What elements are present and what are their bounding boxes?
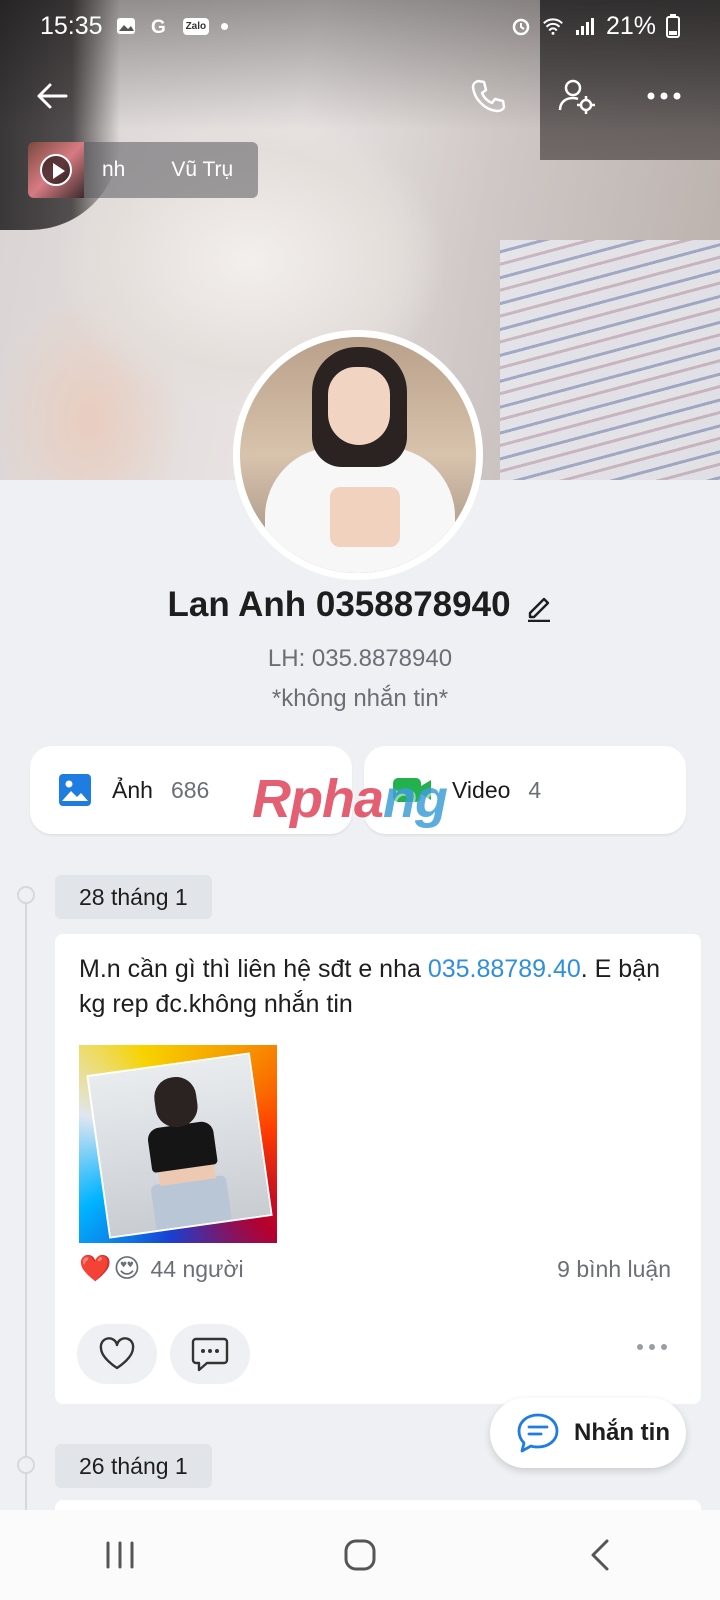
post-phone-link[interactable]: 035.88789.40 bbox=[428, 955, 581, 983]
profile-bio-line-1: LH: 035.8878940 bbox=[267, 645, 453, 672]
post-card[interactable]: M.n cần gì thì liên hệ sđt e nha 035.887… bbox=[55, 934, 701, 1404]
comments-count[interactable]: 9 bình luận bbox=[557, 1256, 671, 1283]
recent-apps-icon bbox=[106, 1541, 134, 1569]
back-button[interactable] bbox=[24, 68, 80, 124]
timeline-line bbox=[25, 895, 27, 1515]
like-button[interactable] bbox=[77, 1324, 157, 1384]
send-message-button[interactable]: Nhắn tin bbox=[490, 1398, 686, 1468]
photos-count: 686 bbox=[170, 776, 210, 803]
recent-apps-button[interactable] bbox=[60, 1520, 180, 1590]
battery-percent: 21% bbox=[605, 11, 656, 40]
music-title: nh Vũ Trụ bbox=[102, 158, 234, 181]
gallery-icon bbox=[116, 18, 135, 34]
post-text: M.n cần gì thì liên hệ sđt e nha 035.887… bbox=[79, 955, 660, 1018]
comment-button[interactable] bbox=[170, 1324, 250, 1384]
user-settings-icon bbox=[558, 79, 595, 114]
watermark-logo: Rphang bbox=[252, 769, 448, 829]
timeline-dot bbox=[17, 886, 35, 904]
cover-bedsheet-pattern bbox=[500, 240, 720, 480]
call-button[interactable] bbox=[460, 68, 516, 124]
status-time: 15:35 bbox=[40, 11, 103, 40]
status-bar: 15:35 G Zalo 21% bbox=[0, 0, 720, 52]
play-icon[interactable] bbox=[40, 154, 72, 186]
date-chip: 28 tháng 1 bbox=[55, 875, 212, 919]
wifi-icon bbox=[543, 18, 563, 35]
timeline-dot bbox=[17, 1456, 35, 1474]
profile-music-chip[interactable]: nh Vũ Trụ bbox=[28, 142, 258, 198]
zalo-icon: Zalo bbox=[182, 17, 210, 35]
reactions-summary[interactable]: ❤️ 😍 44 người bbox=[79, 1254, 244, 1284]
avatar-photo bbox=[240, 337, 476, 573]
edit-pencil-icon[interactable] bbox=[525, 592, 553, 622]
heart-icon bbox=[99, 1337, 135, 1370]
reactions-count: 44 người bbox=[150, 1255, 244, 1282]
photo-icon bbox=[59, 774, 91, 806]
more-horizontal-icon bbox=[647, 92, 681, 100]
post-more-icon[interactable] bbox=[637, 1344, 667, 1350]
notification-dot bbox=[221, 22, 229, 30]
profile-avatar[interactable] bbox=[233, 330, 483, 580]
alarm-icon bbox=[512, 18, 530, 36]
system-back-button[interactable] bbox=[540, 1520, 660, 1590]
date-chip: 26 tháng 1 bbox=[55, 1444, 212, 1488]
music-cover-thumbnail bbox=[28, 142, 84, 198]
chat-bubble-icon bbox=[517, 1413, 559, 1453]
profile-bio-line-2: *không nhắn tin* bbox=[271, 685, 449, 712]
svg-text:G: G bbox=[151, 17, 166, 37]
google-icon: G bbox=[151, 17, 166, 37]
videos-label: Video bbox=[452, 776, 511, 803]
chevron-left-icon bbox=[591, 1539, 609, 1571]
profile-settings-button[interactable] bbox=[548, 68, 604, 124]
more-options-button[interactable] bbox=[636, 68, 692, 124]
battery-icon bbox=[666, 14, 680, 38]
system-navigation-bar bbox=[0, 1510, 720, 1600]
arrow-left-icon bbox=[37, 83, 68, 109]
home-button[interactable] bbox=[300, 1520, 420, 1590]
signal-icon bbox=[575, 18, 594, 35]
profile-name-row: Lan Anh 0358878940 bbox=[0, 585, 720, 625]
post-image[interactable] bbox=[79, 1045, 277, 1243]
phone-icon bbox=[471, 79, 506, 113]
photos-label: Ảnh bbox=[112, 776, 153, 803]
heart-eyes-reaction-icon: 😍 bbox=[113, 1254, 141, 1284]
send-message-label: Nhắn tin bbox=[574, 1419, 670, 1446]
profile-toolbar bbox=[0, 62, 720, 132]
videos-count: 4 bbox=[528, 776, 542, 803]
heart-reaction-icon: ❤️ bbox=[79, 1254, 112, 1284]
profile-name: Lan Anh 0358878940 bbox=[167, 585, 511, 624]
comment-icon bbox=[191, 1337, 229, 1372]
home-icon bbox=[344, 1539, 376, 1571]
